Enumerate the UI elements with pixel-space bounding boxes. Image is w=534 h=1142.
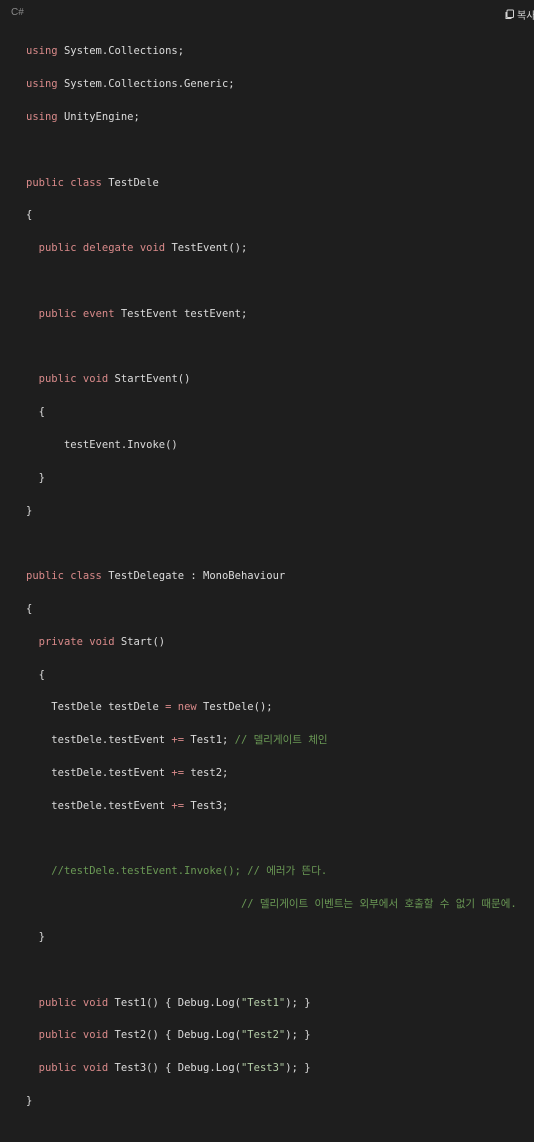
code-line: testEvent.Invoke(): [63, 438, 178, 451]
code-line: using UnityEngine;: [26, 111, 140, 123]
code-line: private void Start(): [38, 635, 166, 648]
code-line: {: [26, 209, 33, 222]
code-block: C# 복사 using System.Collections; using Sy…: [0, 0, 534, 1107]
code-content: using System.Collections; using System.C…: [26, 27, 517, 1142]
code-line: testDele.testEvent += Test3;: [51, 799, 229, 812]
code-line: {: [38, 668, 45, 681]
code-line: {: [26, 602, 33, 615]
code-line: public void Test1() { Debug.Log("Test1")…: [38, 996, 311, 1009]
code-line: public void Test3() { Debug.Log("Test3")…: [38, 1062, 311, 1075]
code-line: using System.Collections.Generic;: [26, 78, 235, 91]
code-line: }: [26, 504, 33, 517]
code-line: public class TestDele: [26, 176, 159, 189]
code-line: //testDele.testEvent.Invoke(); // 에러가 뜬다…: [51, 865, 328, 878]
code-line: testDele.testEvent += Test1; // 델리게이트 체인: [51, 734, 328, 747]
code-line: TestDele testDele = new TestDele();: [51, 701, 273, 714]
code-block-header: C# 복사: [0, 0, 534, 26]
code-line: public void StartEvent(): [38, 373, 191, 386]
code-line: public void Test2() { Debug.Log("Test2")…: [38, 1029, 311, 1042]
copy-icon: [504, 9, 515, 20]
code-line: {: [38, 406, 45, 419]
code-line: }: [38, 471, 45, 484]
code-line: testDele.testEvent += test2;: [51, 766, 229, 779]
code-line: public class TestDelegate : MonoBehaviou…: [26, 570, 286, 583]
code-line: }: [38, 930, 45, 943]
code-line: // 델리게이트 이벤트는 외부에서 호출할 수 없기 때문에.: [240, 898, 517, 911]
copy-button[interactable]: 복사: [504, 6, 534, 22]
code-line: public delegate void TestEvent();: [38, 242, 248, 255]
code-line: }: [26, 1094, 33, 1107]
code-line: public event TestEvent testEvent;: [38, 307, 248, 320]
code-line: using System.Collections;: [26, 45, 185, 58]
copy-label: 복사: [517, 10, 534, 22]
language-label: C#: [11, 7, 24, 18]
